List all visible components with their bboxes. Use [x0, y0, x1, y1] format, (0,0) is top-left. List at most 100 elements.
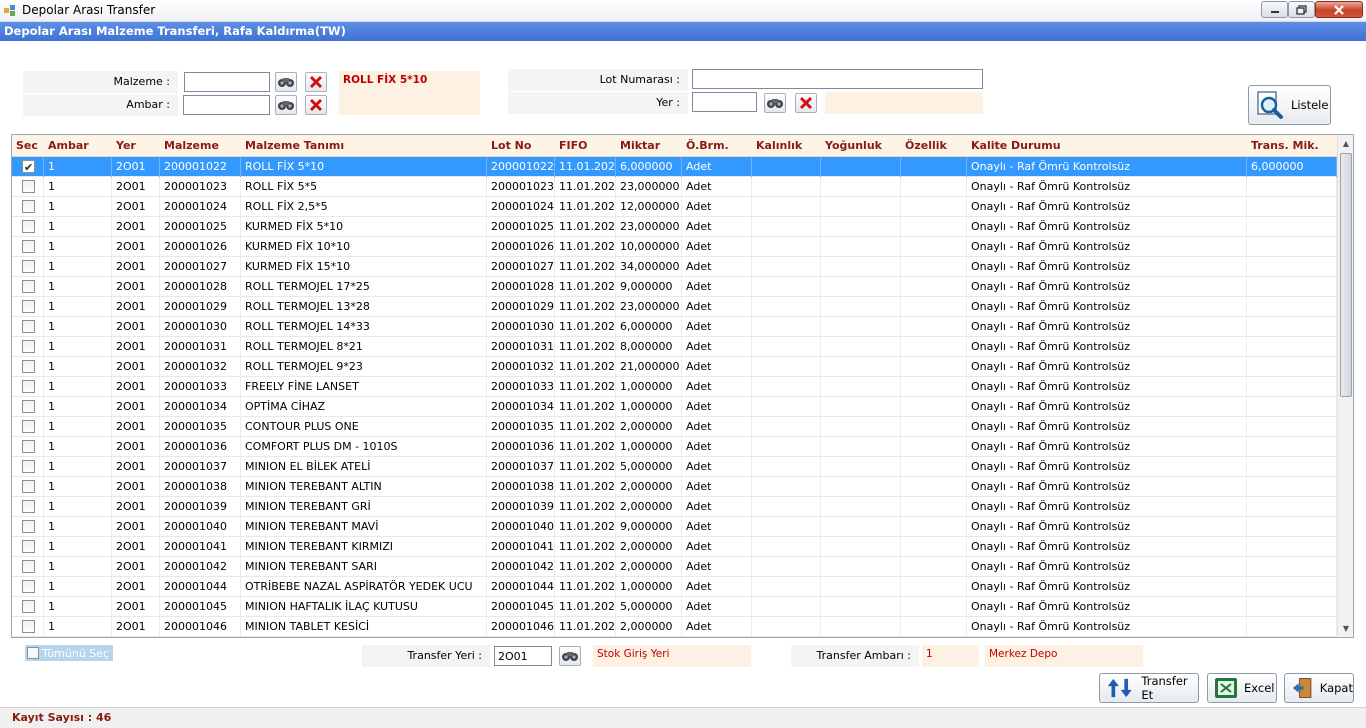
malzeme-clear-button[interactable] — [305, 72, 327, 92]
table-row[interactable]: 12O01200001022ROLL FİX 5*1020000102211.0… — [12, 157, 1337, 177]
row-checkbox[interactable] — [22, 340, 35, 353]
table-row[interactable]: 1 2O01 200001034 OPTİMA CİHAZ 200001034 11.01… — [12, 397, 1337, 417]
row-checkbox[interactable] — [22, 600, 35, 613]
minimize-button[interactable] — [1261, 1, 1288, 18]
row-checkbox[interactable] — [22, 260, 35, 273]
col-birim-header[interactable]: Ö.Brm. — [682, 135, 752, 157]
table-row[interactable]: 1 2O01 200001023 ROLL FİX 5*5 200001023 11.01… — [12, 177, 1337, 197]
row-checkbox[interactable] — [22, 620, 35, 633]
ambar-clear-button[interactable] — [305, 95, 327, 115]
table-row[interactable]: 1 2O01 200001029 ROLL TERMOJEL 13*28 2000010… — [12, 297, 1337, 317]
row-checkbox[interactable] — [22, 280, 35, 293]
app-icon — [4, 5, 15, 16]
scroll-down-icon[interactable]: ▼ — [1338, 620, 1353, 637]
table-row[interactable]: 1 2O01 200001036 COMFORT PLUS DM - 1010S 200… — [12, 437, 1337, 457]
table-row[interactable]: 1 2O01 200001028 ROLL TERMOJEL 17*25 2000010… — [12, 277, 1337, 297]
row-checkbox[interactable] — [22, 580, 35, 593]
table-row[interactable]: 1 2O01 200001030 ROLL TERMOJEL 14*33 2000010… — [12, 317, 1337, 337]
col-ambar-header[interactable]: Ambar — [44, 135, 112, 157]
table-row[interactable]: 1 2O01 200001031 ROLL TERMOJEL 8*21 20000103… — [12, 337, 1337, 357]
yer-lookup-button[interactable] — [764, 93, 786, 113]
col-yogunluk-header[interactable]: Yoğunluk — [821, 135, 901, 157]
row-checkbox[interactable] — [22, 380, 35, 393]
excel-button[interactable]: Excel — [1207, 673, 1277, 703]
ambar-cell: 1 — [44, 357, 112, 377]
row-checkbox[interactable] — [22, 460, 35, 473]
malzeme-input[interactable] — [184, 72, 270, 92]
table-row[interactable]: 1 2O01 200001039 MINION TEREBANT GRİ 2000010… — [12, 497, 1337, 517]
col-trans-mik-header[interactable]: Trans. Mik. — [1247, 135, 1337, 157]
miktar-cell: 6,000000 — [616, 317, 682, 337]
transfer-yeri-lookup-button[interactable] — [559, 646, 581, 666]
vertical-scrollbar[interactable]: ▲ ▼ — [1337, 135, 1353, 637]
row-checkbox[interactable] — [22, 420, 35, 433]
table-row[interactable]: 1 2O01 200001046 MINION TABLET KESİCİ 200001… — [12, 617, 1337, 637]
select-all-checkbox[interactable]: Tümünü Seç — [25, 645, 113, 661]
col-malzeme-header[interactable]: Malzeme — [160, 135, 241, 157]
row-checkbox[interactable] — [22, 540, 35, 553]
close-button[interactable] — [1315, 1, 1363, 18]
transfer-yeri-input[interactable] — [494, 646, 552, 666]
row-checkbox[interactable] — [22, 560, 35, 573]
row-checkbox[interactable] — [22, 180, 35, 193]
col-kalinlik-header[interactable]: Kalınlık — [752, 135, 821, 157]
lot-number-input[interactable] — [692, 69, 983, 89]
row-checkbox[interactable] — [22, 300, 35, 313]
col-yer-header[interactable]: Yer — [112, 135, 160, 157]
col-kalite-durumu-header[interactable]: Kalite Durumu — [967, 135, 1247, 157]
transfer-button[interactable]: Transfer Et — [1099, 673, 1199, 703]
col-sec-header[interactable]: Sec — [12, 135, 44, 157]
maximize-button[interactable] — [1288, 1, 1315, 18]
trans-mik-cell — [1247, 297, 1337, 317]
row-checkbox[interactable] — [22, 400, 35, 413]
yer-clear-button[interactable] — [795, 93, 817, 113]
row-checkbox[interactable] — [22, 480, 35, 493]
row-checkbox[interactable] — [22, 158, 35, 177]
table-row[interactable]: 1 2O01 200001024 ROLL FİX 2,5*5 200001024 11.… — [12, 197, 1337, 217]
row-checkbox[interactable] — [22, 440, 35, 453]
row-checkbox[interactable] — [22, 220, 35, 233]
scroll-up-icon[interactable]: ▲ — [1338, 135, 1353, 152]
yogunluk-cell — [821, 257, 901, 277]
col-ozellik-header[interactable]: Özellik — [901, 135, 967, 157]
table-row[interactable]: 1 2O01 200001038 MINION TEREBANT ALTIN 20000… — [12, 477, 1337, 497]
col-fifo-header[interactable]: FIFO — [555, 135, 616, 157]
row-checkbox[interactable] — [22, 520, 35, 533]
row-checkbox[interactable] — [22, 320, 35, 333]
scroll-thumb[interactable] — [1340, 153, 1352, 397]
ambar-label-bg: Ambar : — [23, 94, 178, 116]
select-all-box[interactable] — [27, 647, 39, 659]
table-row[interactable]: 1 2O01 200001033 FREELY FİNE LANSET 20000103… — [12, 377, 1337, 397]
row-checkbox[interactable] — [22, 200, 35, 213]
ambar-input[interactable] — [183, 95, 270, 115]
yer-input[interactable] — [692, 92, 757, 112]
row-checkbox[interactable] — [22, 500, 35, 513]
table-row[interactable]: 1 2O01 200001042 MINION TEREBANT SARI 200001… — [12, 557, 1337, 577]
yer-cell: 2O01 — [112, 617, 160, 637]
table-row[interactable]: 1 2O01 200001037 MINION EL BİLEK ATELİ 20000… — [12, 457, 1337, 477]
data-grid[interactable]: Sec Ambar Yer Malzeme Malzeme Tanımı Lot No FI… — [11, 134, 1354, 638]
row-checkbox[interactable] — [22, 240, 35, 253]
malzeme-cell: 200001040 — [160, 517, 241, 537]
col-malzeme-tanimi-header[interactable]: Malzeme Tanımı — [241, 135, 487, 157]
form-header: Depolar Arası Malzeme Transferi, Rafa Ka… — [0, 22, 1366, 41]
listele-button[interactable]: Listele — [1248, 85, 1331, 125]
table-row[interactable]: 1 2O01 200001027 KURMED FİX 15*10 200001027 1… — [12, 257, 1337, 277]
table-row[interactable]: 1 2O01 200001032 ROLL TERMOJEL 9*23 20000103… — [12, 357, 1337, 377]
table-row[interactable]: 1 2O01 200001040 MINION TEREBANT MAVİ 200001… — [12, 517, 1337, 537]
ambar-lookup-button[interactable] — [275, 95, 297, 115]
table-row[interactable]: 1 2O01 200001035 CONTOUR PLUS ONE 200001035 1… — [12, 417, 1337, 437]
row-checkbox[interactable] — [22, 360, 35, 373]
table-row[interactable]: 1 2O01 200001045 MINION HAFTALIK İLAÇ KUTUS… — [12, 597, 1337, 617]
table-row[interactable]: 1 2O01 200001025 KURMED FİX 5*10 200001025 11… — [12, 217, 1337, 237]
transfer-ambari-value: 1 — [922, 645, 979, 667]
malzeme-lookup-button[interactable] — [275, 72, 297, 92]
kapat-button[interactable]: Kapat — [1284, 673, 1354, 703]
col-lot-no-header[interactable]: Lot No — [487, 135, 555, 157]
table-row[interactable]: 1 2O01 200001026 KURMED FİX 10*10 200001026 1… — [12, 237, 1337, 257]
table-row[interactable]: 1 2O01 200001041 MINION TEREBANT KIRMIZI 200… — [12, 537, 1337, 557]
table-row[interactable]: 1 2O01 200001044 OTRİBEBE NAZAL ASPİRATÖR Y… — [12, 577, 1337, 597]
ozellik-cell — [901, 577, 967, 597]
malzeme-cell: 200001035 — [160, 417, 241, 437]
col-miktar-header[interactable]: Miktar — [616, 135, 682, 157]
